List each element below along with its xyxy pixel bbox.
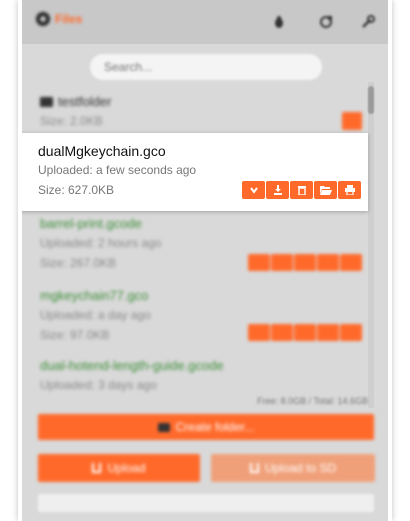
open-folder-button[interactable] [342,112,362,130]
load-button[interactable] [317,254,339,271]
bug-icon[interactable] [270,13,288,31]
file-name: dualMgkeychain.gco [38,143,166,159]
load-button[interactable] [314,181,337,199]
file-name[interactable]: barrel-print.gcode [40,216,142,231]
selected-file-item[interactable]: dualMgkeychain.gco Uploaded: a few secon… [22,133,368,211]
file-actions [248,324,362,341]
chevron-down-icon [249,187,258,194]
file-uploaded: Uploaded: a day ago [40,308,151,322]
load-button[interactable] [317,324,339,341]
storage-info: Free: 8.0GB / Total: 14.6GB [257,396,368,406]
files-panel: Files testfolder Size: 2.0KB dualMgkeych… [22,0,388,521]
file-name[interactable]: dual-hotend-length-guide.gcode [40,358,224,373]
file-uploaded: Uploaded: 3 days ago [40,378,157,392]
upload-progress-bar [38,494,374,512]
upload-button[interactable]: Upload [38,454,200,482]
delete-button[interactable] [294,254,316,271]
file-size: Size: 97.0KB [40,328,110,342]
panel-title: Files [55,12,83,26]
file-uploaded: Uploaded: 2 hours ago [40,236,162,250]
upload-sd-button[interactable]: Upload to SD [211,454,375,482]
print-icon [344,185,355,195]
download-icon [273,185,282,195]
wrench-icon[interactable] [359,13,377,31]
refresh-icon[interactable] [317,13,335,31]
download-button[interactable] [266,181,289,199]
list-item-file[interactable]: mgkeychain77.gco Uploaded: a day ago Siz… [22,288,372,358]
folder-title: testfolder [40,94,111,109]
delete-button[interactable] [290,181,313,199]
upload-sd-label: Upload to SD [264,461,337,475]
expand-button[interactable] [248,324,270,341]
list-item-folder[interactable]: testfolder Size: 2.0KB [22,94,372,134]
brand[interactable]: Files [36,12,82,26]
list-item-file[interactable]: dual-hotend-length-guide.gcode Uploaded:… [22,358,372,398]
download-button[interactable] [271,254,293,271]
list-item-file[interactable]: barrel-print.gcode Uploaded: 2 hours ago… [22,216,372,286]
file-actions [248,254,362,271]
print-button[interactable] [340,324,362,341]
folder-name: testfolder [58,94,112,109]
expand-button[interactable] [242,181,265,199]
create-folder-button[interactable]: Create folder... [38,414,374,440]
upload-icon [249,463,259,473]
octoprint-icon [36,12,50,26]
panel-header: Files [22,0,388,44]
file-actions [242,181,361,199]
trash-icon [297,186,306,195]
print-button[interactable] [338,181,361,199]
delete-button[interactable] [294,324,316,341]
expand-button[interactable] [248,254,270,271]
folder-icon [157,422,170,432]
file-uploaded: Uploaded: a few seconds ago [38,163,197,177]
create-folder-label: Create folder... [175,420,255,434]
download-button[interactable] [271,324,293,341]
print-button[interactable] [340,254,362,271]
search-input[interactable] [90,54,322,80]
upload-icon [92,463,102,473]
folder-icon [40,96,53,107]
file-name[interactable]: mgkeychain77.gco [40,288,148,303]
folder-open-icon [319,186,332,195]
file-size: Size: 627.0KB [38,183,115,197]
upload-label: Upload [107,461,146,475]
file-size: Size: 267.0KB [40,256,117,270]
folder-size: Size: 2.0KB [40,114,103,128]
